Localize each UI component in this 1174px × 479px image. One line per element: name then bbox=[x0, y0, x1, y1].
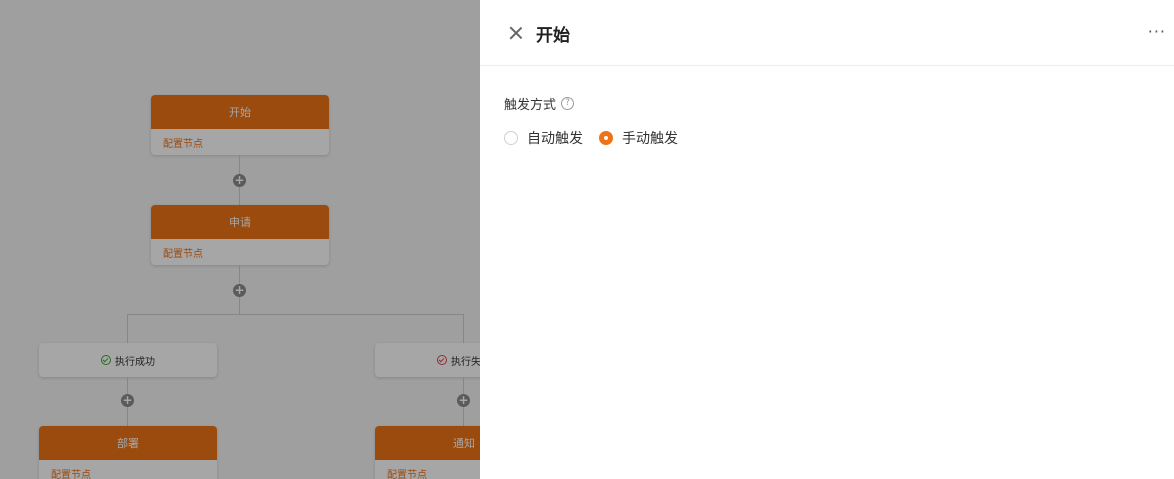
trigger-mode-radio-group: 自动触发 手动触发 bbox=[504, 128, 1174, 148]
node-settings-drawer: 开始 ··· 触发方式 ? 自动触发 手动触发 bbox=[480, 0, 1174, 479]
field-label-text: 触发方式 bbox=[504, 98, 557, 113]
help-icon[interactable]: ? bbox=[561, 97, 575, 110]
radio-auto-trigger[interactable]: 自动触发 bbox=[504, 128, 583, 148]
radio-manual-trigger[interactable]: 手动触发 bbox=[599, 128, 678, 148]
drawer-header: 开始 ··· bbox=[480, 0, 1174, 66]
drawer-title: 开始 bbox=[536, 26, 570, 46]
workflow-editor: 开始 配置节点 + 申请 配置节点 + 执行成功 + 部署 配置节点 执行失败 … bbox=[0, 0, 1174, 479]
close-icon[interactable] bbox=[508, 25, 524, 41]
drawer-body: 触发方式 ? 自动触发 手动触发 bbox=[480, 66, 1174, 148]
radio-unchecked-icon[interactable] bbox=[504, 131, 518, 145]
radio-label: 手动触发 bbox=[622, 131, 678, 147]
radio-label: 自动触发 bbox=[527, 131, 583, 147]
radio-checked-icon[interactable] bbox=[599, 131, 613, 145]
more-options-button[interactable]: ··· bbox=[1148, 22, 1166, 41]
trigger-mode-label: 触发方式 ? bbox=[504, 94, 1174, 113]
